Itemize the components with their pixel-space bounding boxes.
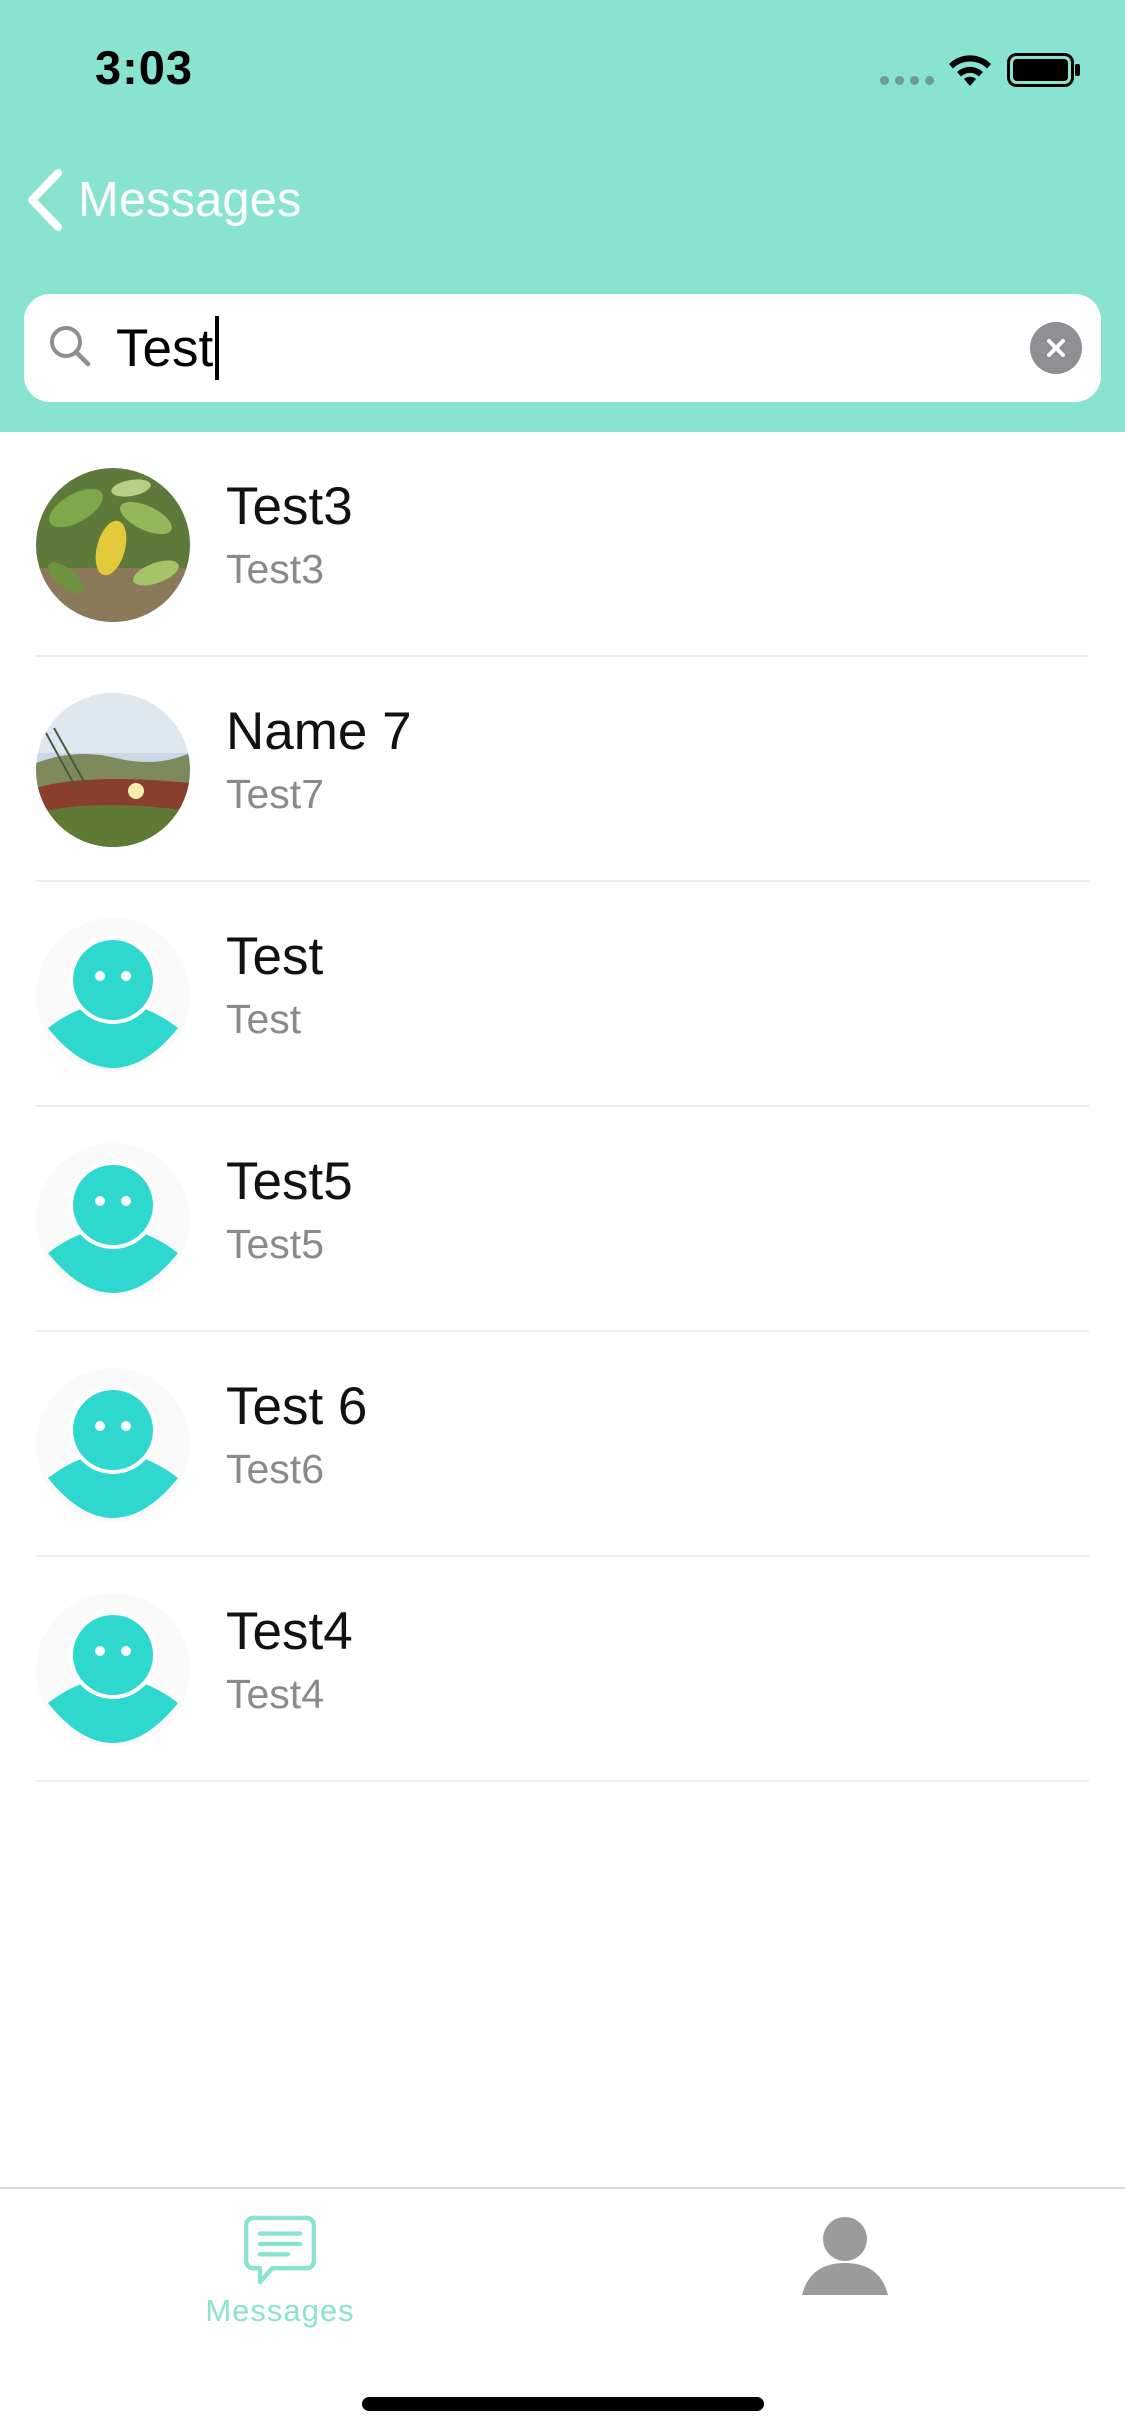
avatar xyxy=(36,1368,190,1522)
avatar xyxy=(36,1593,190,1747)
navigation-bar: Messages xyxy=(0,160,1125,240)
contact-name: Test3 xyxy=(226,477,353,536)
contact-name: Test xyxy=(226,927,324,986)
text-cursor xyxy=(215,316,220,380)
cellular-signal-icon xyxy=(880,76,934,85)
contact-list: Test3 Test3 Name 7 Test7 Test Test Test5… xyxy=(0,432,1125,1782)
search-input[interactable]: Test xyxy=(116,294,1016,402)
chat-bubble-icon xyxy=(244,2215,316,2285)
search-icon xyxy=(50,326,91,367)
default-person-icon xyxy=(36,1368,190,1522)
contact-row[interactable]: Test4 Test4 xyxy=(0,1557,1125,1782)
avatar xyxy=(36,1143,190,1297)
contact-name: Test4 xyxy=(226,1602,353,1661)
default-person-icon xyxy=(36,1593,190,1747)
contact-row[interactable]: Test Test xyxy=(0,882,1125,1107)
avatar xyxy=(36,693,190,847)
chevron-left-icon xyxy=(28,169,62,231)
contact-subtitle: Test3 xyxy=(226,546,324,592)
close-icon xyxy=(1047,339,1065,357)
search-input-value: Test xyxy=(116,318,214,378)
contact-subtitle: Test7 xyxy=(226,771,324,817)
contact-row[interactable]: Name 7 Test7 xyxy=(0,657,1125,882)
back-button-label: Messages xyxy=(78,173,302,227)
tab-profile[interactable] xyxy=(745,2189,945,2329)
contact-row[interactable]: Test5 Test5 xyxy=(0,1107,1125,1332)
contact-name: Test 6 xyxy=(226,1377,368,1436)
contact-subtitle: Test4 xyxy=(226,1671,324,1717)
avatar xyxy=(36,468,190,622)
default-person-icon xyxy=(36,1143,190,1297)
tab-messages-label: Messages xyxy=(205,2293,355,2328)
contact-name: Test5 xyxy=(226,1152,353,1211)
home-indicator xyxy=(362,2397,764,2411)
person-icon xyxy=(802,2217,888,2295)
contact-row[interactable]: Test 6 Test6 xyxy=(0,1332,1125,1557)
wifi-icon xyxy=(949,55,991,86)
status-time: 3:03 xyxy=(95,41,194,94)
battery-icon xyxy=(1007,53,1080,87)
default-person-icon xyxy=(36,918,190,1072)
photo-plants xyxy=(36,693,190,847)
contact-row[interactable]: Test3 Test3 xyxy=(0,432,1125,657)
status-bar: 3:03 xyxy=(0,0,1125,132)
divider xyxy=(36,1780,1089,1782)
contact-name: Name 7 xyxy=(226,702,412,761)
contact-subtitle: Test6 xyxy=(226,1446,324,1492)
header: 3:03 Messages Test xyxy=(0,0,1125,432)
photo-leaves xyxy=(36,468,190,622)
tab-messages[interactable]: Messages xyxy=(180,2189,380,2329)
search-bar[interactable]: Test xyxy=(24,294,1101,402)
contact-subtitle: Test5 xyxy=(226,1221,324,1267)
avatar xyxy=(36,918,190,1072)
back-button[interactable]: Messages xyxy=(22,160,301,240)
clear-search-button[interactable] xyxy=(1030,322,1082,374)
contact-subtitle: Test xyxy=(226,996,302,1042)
